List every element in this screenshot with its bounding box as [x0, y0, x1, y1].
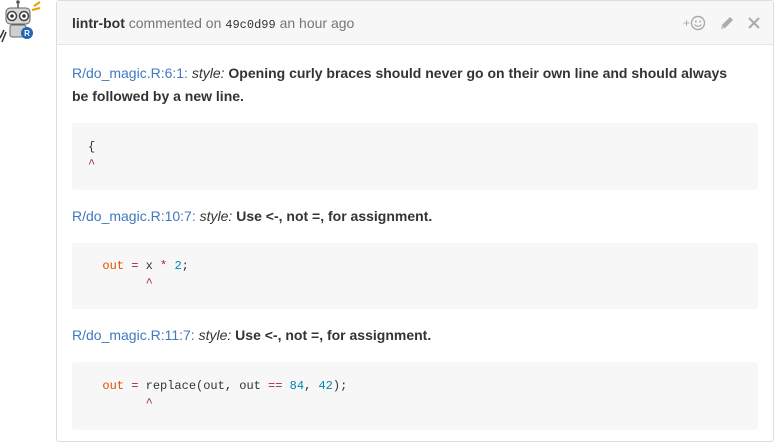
code-operator: ==	[268, 379, 283, 393]
comment-action-text: commented on	[128, 15, 222, 31]
comment-author[interactable]: lintr-bot	[72, 15, 125, 31]
code-variable: out	[102, 379, 125, 393]
comment-body: R/do_magic.R:6:1: style: Opening curly b…	[57, 45, 773, 430]
lint-location-link[interactable]: R/do_magic.R:10:7:	[72, 208, 196, 224]
comment-time[interactable]: an hour ago	[280, 15, 355, 31]
lint-type: style:	[199, 208, 233, 224]
lint-type: style:	[191, 65, 225, 81]
caret-marker: ^	[145, 276, 153, 290]
lint-location-link[interactable]: R/do_magic.R:6:1:	[72, 65, 188, 81]
lint-location-link[interactable]: R/do_magic.R:11:7:	[72, 327, 195, 343]
edit-comment-button[interactable]	[719, 15, 735, 31]
code-block: out = replace(out, out == 84, 42); ^	[72, 362, 758, 430]
lint-text: Use <-, not =, for assignment.	[235, 327, 432, 343]
commit-comment: lintr-bot commented on 49c0d99 an hour a…	[56, 0, 774, 442]
lint-text: Use <-, not =, for assignment.	[236, 208, 433, 224]
comment-header: lintr-bot commented on 49c0d99 an hour a…	[57, 1, 773, 45]
robot-avatar-icon: R	[0, 0, 41, 43]
lint-message: R/do_magic.R:6:1: style: Opening curly b…	[72, 45, 758, 108]
caret-marker: ^	[145, 396, 153, 410]
close-icon	[748, 17, 760, 29]
pencil-icon	[721, 17, 733, 29]
comment-actions: +	[683, 1, 761, 45]
lint-text: Opening curly braces should never go on …	[228, 65, 728, 81]
delete-comment-button[interactable]	[747, 16, 761, 30]
code-number: 84	[289, 379, 305, 393]
lint-text: be followed by a new line.	[72, 88, 244, 104]
code-block: { ^	[72, 123, 758, 190]
code-variable: out	[102, 259, 125, 273]
commit-sha-link[interactable]: 49c0d99	[225, 18, 275, 32]
add-reaction-button[interactable]: +	[683, 15, 707, 31]
code-block: out = x * 2; ^	[72, 243, 758, 309]
smiley-plus-icon: +	[683, 15, 706, 31]
lint-type: style:	[198, 327, 232, 343]
code-number: 2	[174, 259, 182, 273]
code-number: 42	[318, 379, 333, 393]
svg-text:+: +	[683, 16, 690, 30]
svg-text:R: R	[24, 29, 30, 38]
avatar[interactable]: R	[0, 0, 44, 44]
lint-message: R/do_magic.R:11:7: style: Use <-, not =,…	[72, 324, 758, 347]
caret-marker: ^	[88, 157, 96, 171]
code-line: {	[88, 140, 96, 154]
lint-message: R/do_magic.R:10:7: style: Use <-, not =,…	[72, 205, 758, 228]
